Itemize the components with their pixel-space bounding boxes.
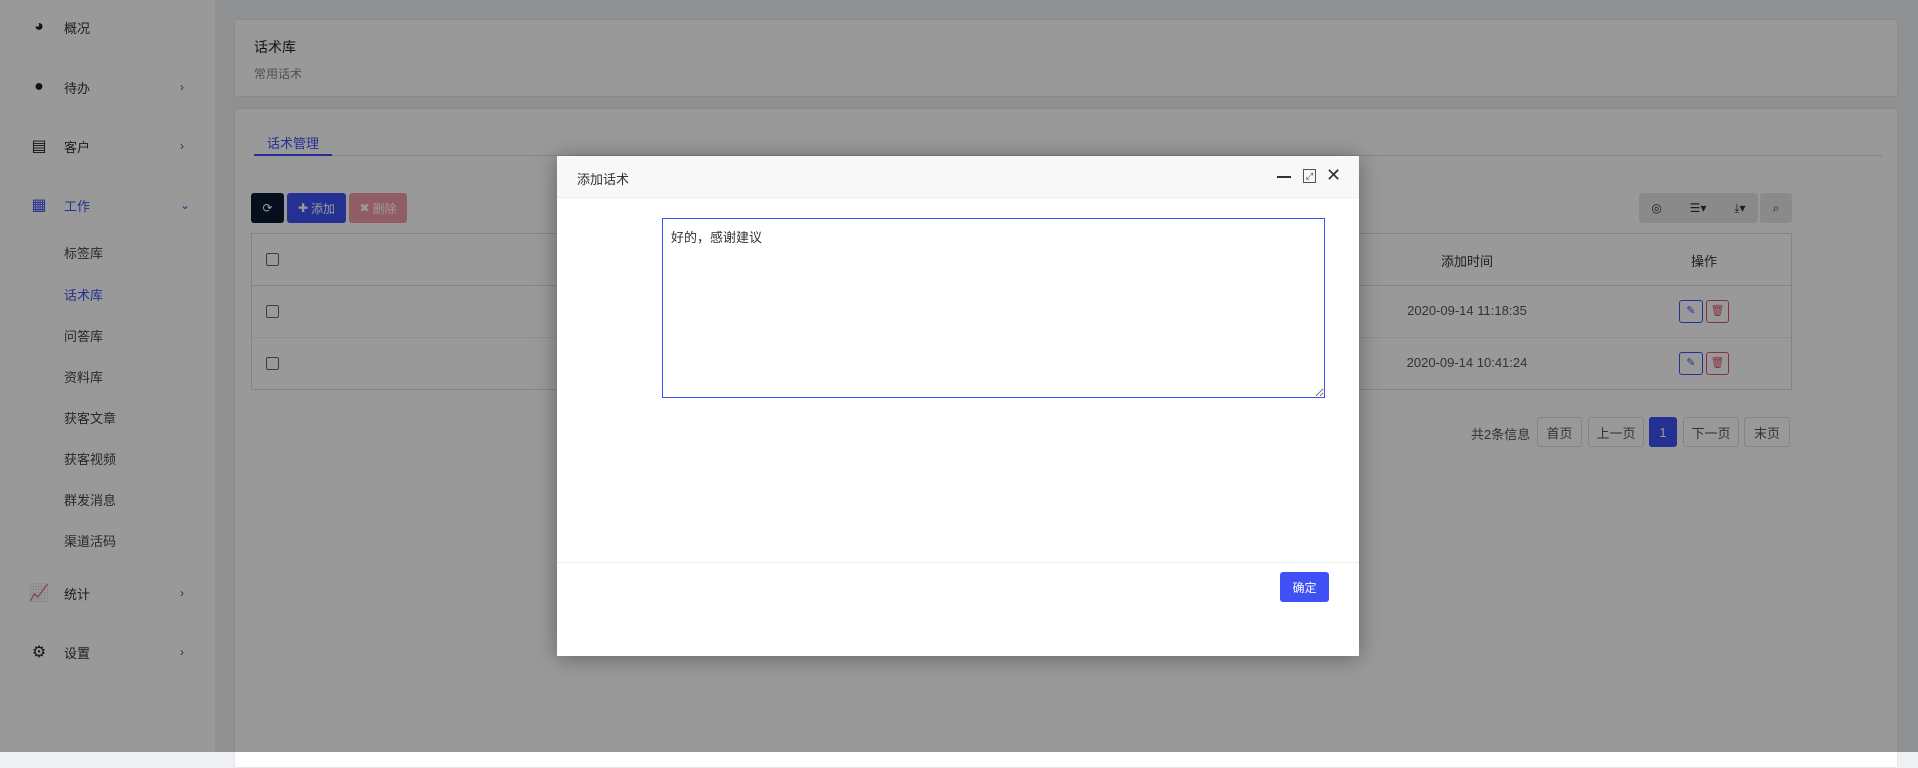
script-textarea[interactable]: 好的，感谢建议 (662, 218, 1325, 398)
confirm-button[interactable]: 确定 (1280, 572, 1329, 602)
dialog-header: 添加话术 ⤢ ✕ (557, 156, 1359, 198)
minimize-icon[interactable] (1277, 176, 1291, 178)
dialog-title: 添加话术 (577, 172, 630, 187)
maximize-icon[interactable]: ⤢ (1303, 169, 1316, 183)
dialog-footer-divider (557, 562, 1359, 563)
add-script-dialog: 添加话术 ⤢ ✕ 话术 好的，感谢建议 确定 (557, 156, 1359, 656)
close-icon[interactable]: ✕ (1326, 165, 1341, 186)
